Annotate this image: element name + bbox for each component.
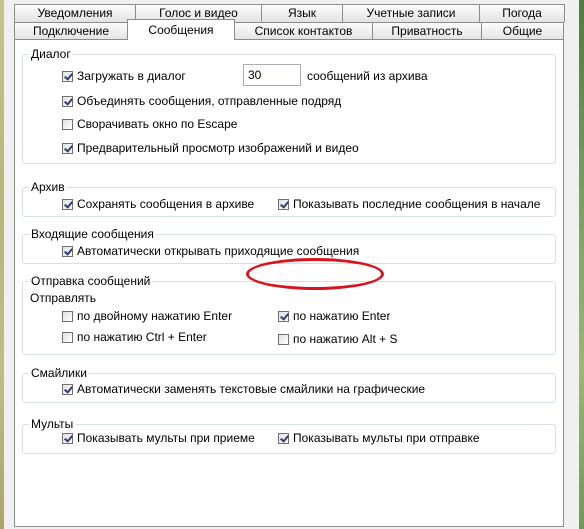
auto-open-incoming-checkbox[interactable]: Автоматически открывать приходящие сообщ… bbox=[62, 243, 359, 259]
cartoons-on-receive-checkbox[interactable]: Показывать мульты при приеме bbox=[62, 430, 255, 446]
checkbox-label: Предварительный просмотр изображений и в… bbox=[77, 141, 359, 155]
checkbox-box[interactable] bbox=[62, 383, 73, 395]
checkbox-box[interactable] bbox=[62, 118, 73, 130]
checkbox-box[interactable] bbox=[62, 245, 73, 257]
group-sending: Отправка сообщений Отправлять по двойном… bbox=[22, 274, 556, 355]
checkbox-box[interactable] bbox=[62, 142, 73, 154]
tab-label: Приватность bbox=[391, 24, 463, 38]
checkbox-box[interactable] bbox=[278, 310, 289, 322]
tab-label: Общие bbox=[502, 24, 543, 38]
tab-label: Голос и видео bbox=[159, 6, 238, 20]
checkbox-label: Загружать в диалог bbox=[77, 69, 186, 83]
checkbox-box[interactable] bbox=[62, 331, 73, 343]
group-title: Отправка сообщений bbox=[29, 274, 153, 288]
show-last-first-checkbox[interactable]: Показывать последние сообщения в начале bbox=[278, 196, 540, 212]
replace-smileys-checkbox[interactable]: Автоматически заменять текстовые смайлик… bbox=[62, 381, 425, 397]
checkbox-label: Автоматически открывать приходящие сообщ… bbox=[77, 244, 360, 258]
load-count-suffix: сообщений из архива bbox=[307, 69, 428, 83]
cartoons-on-send-checkbox[interactable]: Показывать мульты при отправке bbox=[278, 430, 480, 446]
checkbox-box[interactable] bbox=[62, 198, 73, 210]
tab-label: Список контактов bbox=[254, 24, 353, 38]
messages-panel: Диалог Загружать в диалог 30 сообщений и… bbox=[14, 39, 564, 527]
tab-label: Учетные записи bbox=[366, 6, 456, 20]
preview-media-checkbox[interactable]: Предварительный просмотр изображений и в… bbox=[62, 140, 359, 156]
checkbox-box[interactable] bbox=[278, 198, 289, 210]
group-title: Архив bbox=[29, 180, 67, 194]
tab-accounts[interactable]: Учетные записи bbox=[342, 4, 480, 22]
tab-label: Подключение bbox=[32, 24, 110, 38]
tab-contact-list[interactable]: Список контактов bbox=[234, 22, 373, 40]
group-title: Входящие сообщения bbox=[29, 227, 156, 241]
checkbox-label: по нажатию Enter bbox=[293, 309, 391, 323]
send-enter-checkbox[interactable]: по нажатию Enter bbox=[278, 308, 390, 324]
group-archive: Архив Сохранять сообщения в архиве Показ… bbox=[22, 180, 556, 217]
checkbox-box[interactable] bbox=[62, 310, 73, 322]
checkbox-box[interactable] bbox=[278, 333, 289, 345]
checkbox-label: Объединять сообщения, отправленные подря… bbox=[77, 94, 342, 108]
checkbox-label: Сохранять сообщения в архиве bbox=[77, 197, 255, 211]
tab-label: Язык bbox=[287, 6, 317, 20]
desktop-edge-right bbox=[579, 0, 584, 529]
tab-label: Погода bbox=[502, 6, 542, 20]
checkbox-label: Показывать мульты при приеме bbox=[77, 431, 255, 445]
tab-messages[interactable]: Сообщения bbox=[127, 19, 235, 40]
checkbox-label: Сворачивать окно по Escape bbox=[77, 117, 238, 131]
group-title: Смайлики bbox=[29, 366, 89, 380]
group-incoming: Входящие сообщения Автоматически открыва… bbox=[22, 227, 556, 264]
group-cartoons: Мульты Показывать мульты при приеме Пока… bbox=[22, 417, 556, 454]
group-title: Мульты bbox=[29, 417, 76, 431]
load-in-dialog-checkbox[interactable]: Загружать в диалог bbox=[62, 68, 186, 84]
tab-language[interactable]: Язык bbox=[261, 4, 343, 22]
send-alt-s-checkbox[interactable]: по нажатию Alt + S bbox=[278, 331, 397, 347]
save-archive-checkbox[interactable]: Сохранять сообщения в архиве bbox=[62, 196, 254, 212]
checkbox-label: по нажатию Ctrl + Enter bbox=[77, 330, 207, 344]
desktop-edge-left bbox=[0, 0, 4, 529]
tab-privacy[interactable]: Приватность bbox=[372, 22, 482, 40]
checkbox-box[interactable] bbox=[62, 432, 73, 444]
load-count-input[interactable]: 30 bbox=[243, 64, 301, 86]
minimize-on-escape-checkbox[interactable]: Сворачивать окно по Escape bbox=[62, 116, 237, 132]
group-smileys: Смайлики Автоматически заменять текстовы… bbox=[22, 366, 556, 403]
tab-row-front: Подключение Сообщения Список контактов П… bbox=[14, 19, 564, 40]
checkbox-label: Показывать последние сообщения в начале bbox=[293, 197, 541, 211]
checkbox-label: Автоматически заменять текстовые смайлик… bbox=[77, 382, 426, 396]
tab-notifications[interactable]: Уведомления bbox=[14, 4, 136, 22]
group-title: Диалог bbox=[29, 47, 73, 61]
tab-connection[interactable]: Подключение bbox=[14, 22, 128, 40]
send-double-enter-checkbox[interactable]: по двойному нажатию Enter bbox=[62, 308, 232, 324]
checkbox-box[interactable] bbox=[278, 432, 289, 444]
checkbox-label: по нажатию Alt + S bbox=[293, 332, 398, 346]
checkbox-label: Показывать мульты при отправке bbox=[293, 431, 480, 445]
send-mode-label: Отправлять bbox=[30, 291, 97, 305]
tab-label: Сообщения bbox=[148, 23, 214, 37]
checkbox-box[interactable] bbox=[62, 95, 73, 107]
checkbox-label: по двойному нажатию Enter bbox=[77, 309, 233, 323]
send-ctrl-enter-checkbox[interactable]: по нажатию Ctrl + Enter bbox=[62, 329, 207, 345]
group-dialog: Диалог Загружать в диалог 30 сообщений и… bbox=[22, 47, 556, 164]
tab-weather[interactable]: Погода bbox=[479, 4, 565, 22]
tab-row-back: Уведомления Голос и видео Язык Учетные з… bbox=[14, 4, 565, 22]
checkbox-box[interactable] bbox=[62, 70, 73, 82]
tab-label: Уведомления bbox=[37, 6, 113, 20]
merge-messages-checkbox[interactable]: Объединять сообщения, отправленные подря… bbox=[62, 93, 341, 109]
tab-general[interactable]: Общие bbox=[481, 22, 564, 40]
